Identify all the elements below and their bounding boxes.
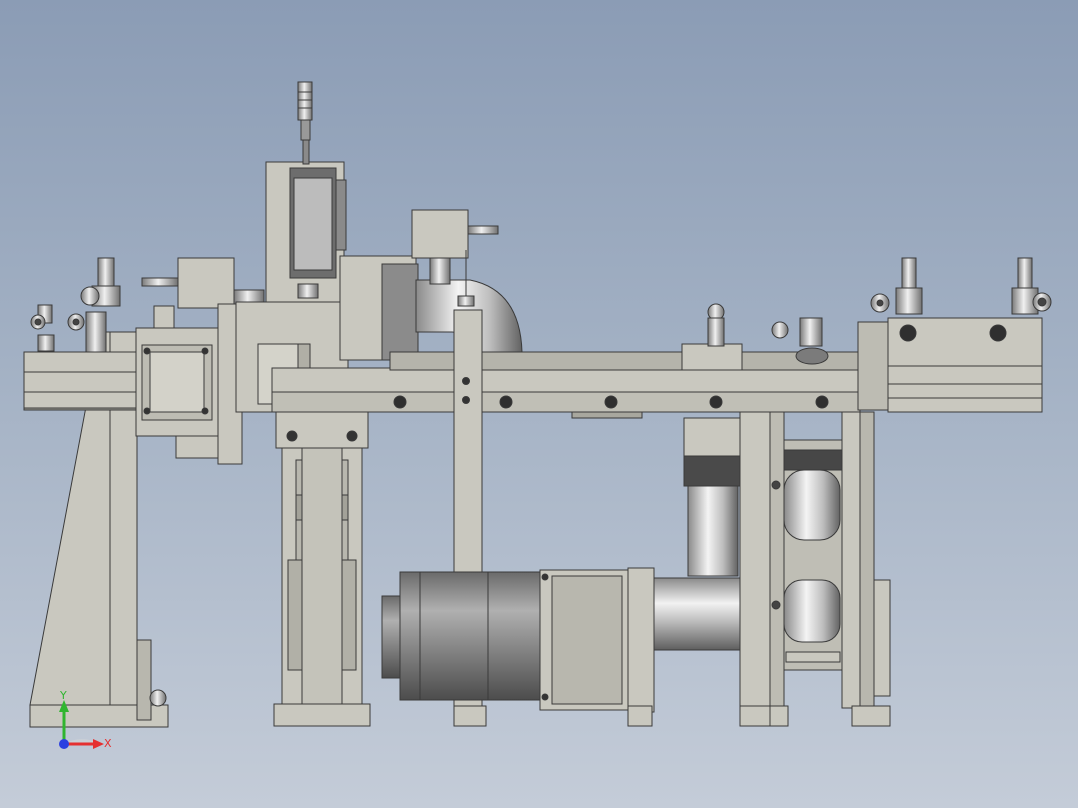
servo-motor: [381, 567, 741, 727]
machine-assembly-drawing: Y X: [23, 81, 1052, 750]
left-rail: [23, 351, 141, 411]
pneumatic-fitting-left-1: [30, 304, 55, 352]
left-square-flange: [135, 305, 219, 459]
right-rail-cylinder: [857, 317, 1043, 413]
center-stand-leg: [273, 411, 371, 727]
right-drive-frame: [739, 411, 891, 727]
vertical-cylinder: [683, 417, 743, 577]
x-axis-label: X: [104, 737, 112, 750]
cad-viewport[interactable]: Y X: [0, 0, 1078, 808]
y-axis-label: Y: [59, 689, 67, 702]
pneumatic-fitting-right-1: [870, 257, 923, 315]
pneumatic-fitting-right-2: [1011, 257, 1052, 315]
